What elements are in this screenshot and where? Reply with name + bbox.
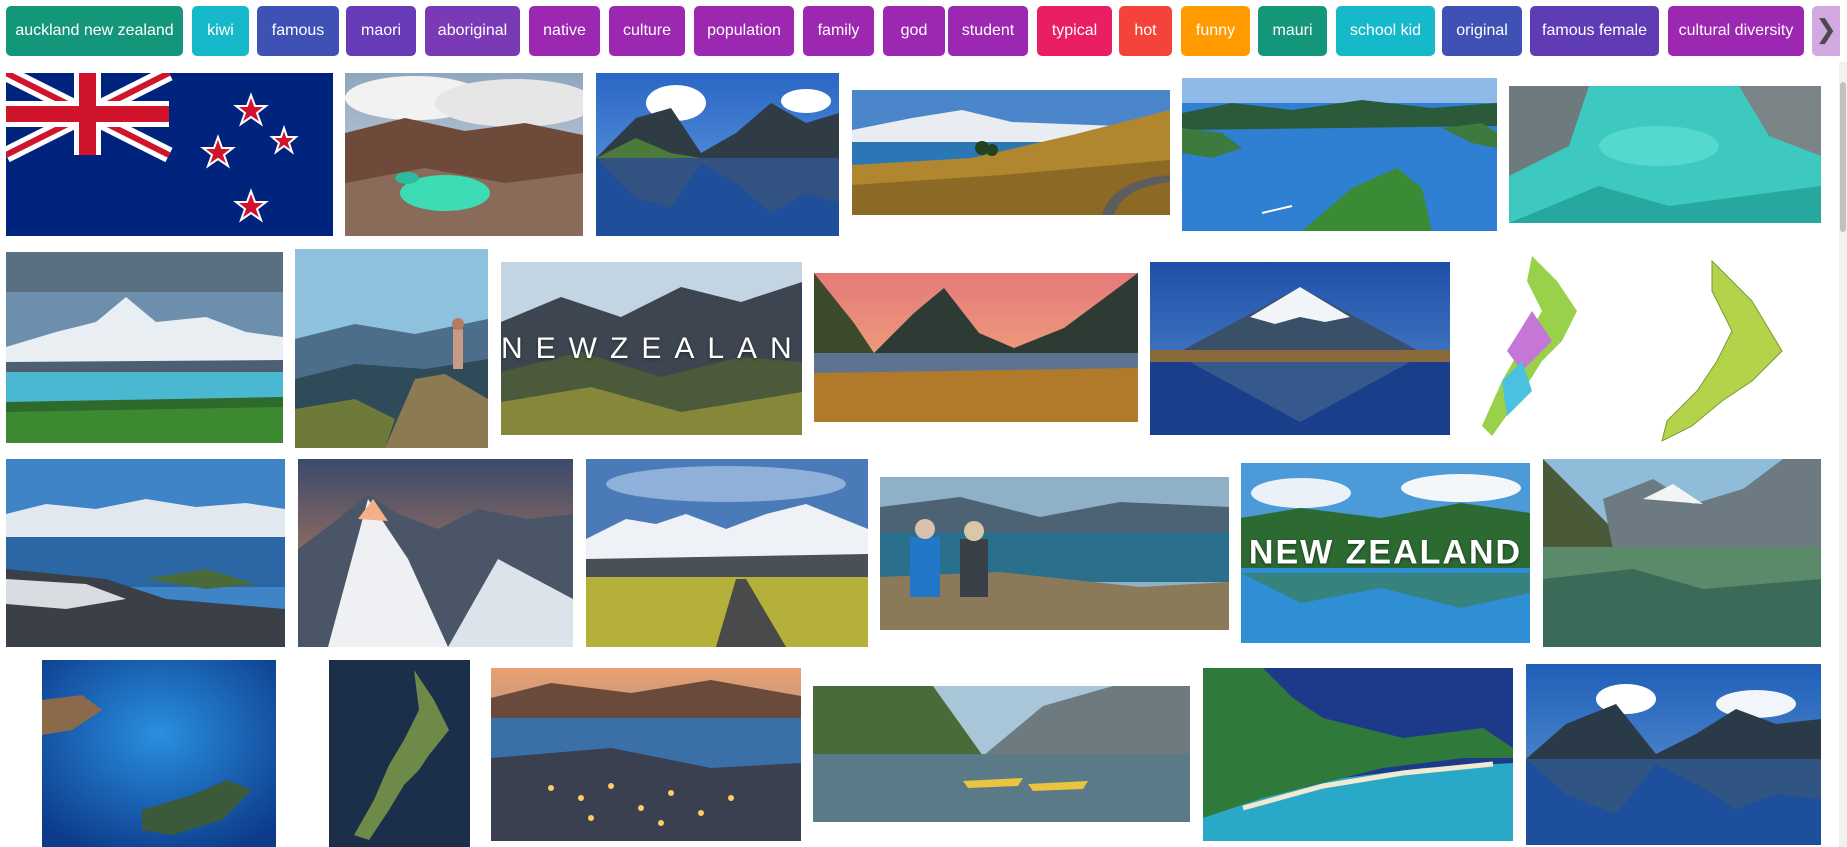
- related-search-chips: auckland new zealand kiwi famous maori a…: [0, 0, 1847, 62]
- image-tile-mount-taranaki[interactable]: [1150, 262, 1450, 435]
- chip-maori[interactable]: maori: [346, 6, 416, 56]
- image-tile-queenstown-night[interactable]: [491, 668, 801, 841]
- chip-mauri[interactable]: mauri: [1258, 6, 1327, 56]
- chip-native[interactable]: native: [529, 6, 600, 56]
- chip-aboriginal[interactable]: aboriginal: [425, 6, 520, 56]
- chips-scroll-right-button[interactable]: ❯: [1812, 6, 1840, 56]
- chip-family[interactable]: family: [803, 6, 874, 56]
- chip-funny[interactable]: funny: [1181, 6, 1250, 56]
- image-tile-hikers[interactable]: [880, 477, 1229, 630]
- chip-population[interactable]: population: [694, 6, 794, 56]
- image-tile-newzealand-text[interactable]: NEWZEALAND: [501, 262, 802, 435]
- image-tile-queenstown[interactable]: [6, 459, 285, 647]
- image-tile-satellite-nz[interactable]: [329, 660, 470, 847]
- chip-kiwi[interactable]: kiwi: [192, 6, 249, 56]
- chip-original[interactable]: original: [1442, 6, 1522, 56]
- image-tile-globe[interactable]: [42, 660, 276, 847]
- chip-student[interactable]: student: [948, 6, 1028, 56]
- image-tile-marlborough-sounds[interactable]: [1182, 78, 1497, 231]
- chip-auckland-new-zealand[interactable]: auckland new zealand: [6, 6, 183, 56]
- image-tile-nz-flag[interactable]: [6, 73, 333, 236]
- image-tile-snowy-peak[interactable]: [298, 459, 573, 647]
- chip-typical[interactable]: typical: [1037, 6, 1112, 56]
- image-tile-emerald-lakes[interactable]: [345, 73, 583, 236]
- scrollbar-thumb[interactable]: [1840, 82, 1846, 232]
- page-scrollbar[interactable]: [1839, 62, 1847, 847]
- image-tile-sunset-peak[interactable]: [814, 273, 1138, 422]
- image-tile-road-mountains[interactable]: [586, 459, 868, 647]
- image-tile-milford-reflection[interactable]: [1526, 664, 1821, 845]
- chip-god[interactable]: god: [883, 6, 945, 56]
- image-tile-kayaks[interactable]: [813, 686, 1190, 822]
- image-tile-mountain-road[interactable]: [852, 90, 1170, 215]
- image-tile-turquoise-river[interactable]: [1509, 86, 1821, 223]
- image-tile-nz-maps[interactable]: [1462, 251, 1821, 447]
- image-tile-new-zealand-text[interactable]: NEW ZEALAND: [1241, 463, 1530, 643]
- chevron-right-icon: ❯: [1815, 15, 1837, 45]
- chip-cultural-diversity[interactable]: cultural diversity: [1668, 6, 1804, 56]
- image-tile-mount-cook[interactable]: [6, 252, 283, 443]
- chip-hot[interactable]: hot: [1119, 6, 1172, 56]
- image-tile-lake-marian[interactable]: [1543, 459, 1821, 647]
- chip-famous-female[interactable]: famous female: [1530, 6, 1659, 56]
- chip-culture[interactable]: culture: [609, 6, 685, 56]
- image-tile-coastline[interactable]: [1203, 668, 1513, 841]
- chip-school-kid[interactable]: school kid: [1336, 6, 1435, 56]
- chip-famous[interactable]: famous: [257, 6, 339, 56]
- image-tile-yoga-peak[interactable]: [295, 249, 488, 448]
- image-tile-milford-sound[interactable]: [596, 73, 839, 236]
